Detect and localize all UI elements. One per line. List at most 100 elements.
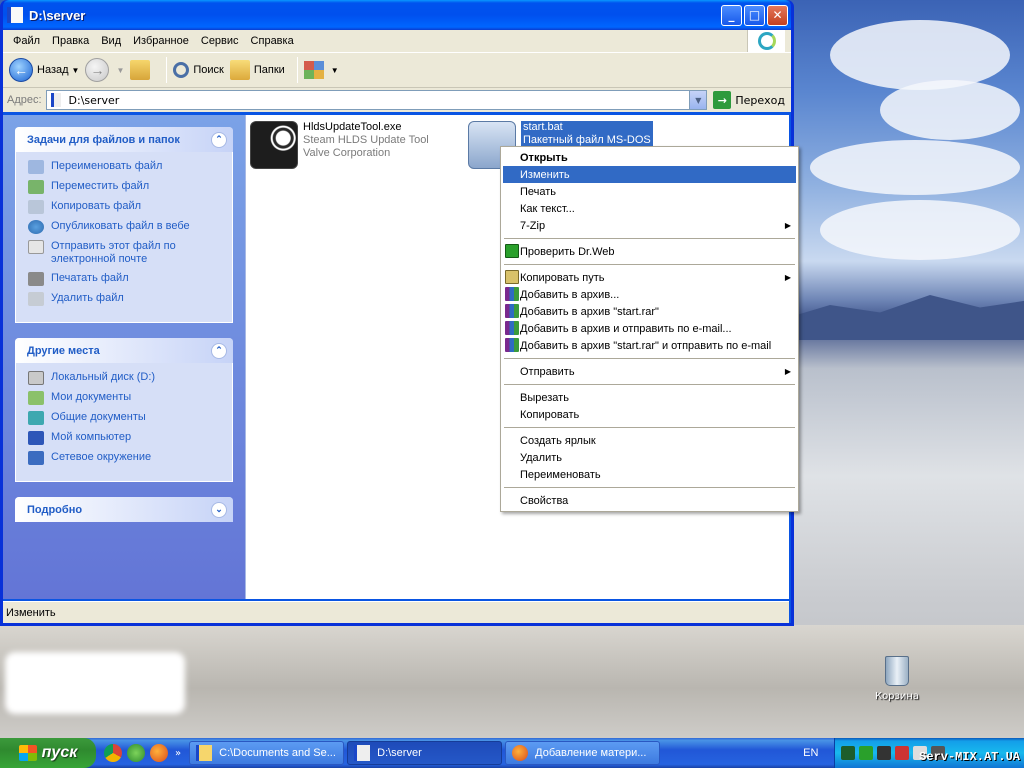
- task-button-documents[interactable]: C:\Documents and Se...: [189, 741, 345, 765]
- cloud: [830, 20, 1010, 90]
- status-text: Изменить: [6, 606, 56, 619]
- quicklaunch-chevron[interactable]: »: [175, 748, 181, 759]
- menu-separator: [504, 358, 795, 359]
- menu-item-create-shortcut[interactable]: Создать ярлык: [503, 432, 796, 449]
- winrar-icon: [505, 321, 519, 335]
- network-icon: [28, 451, 44, 465]
- up-folder-icon: [130, 60, 151, 80]
- menu-item-label: Проверить Dr.Web: [520, 245, 615, 258]
- menu-file[interactable]: Файл: [7, 35, 46, 47]
- forward-button[interactable]: → ▼: [85, 58, 124, 82]
- place-local-disk[interactable]: Локальный диск (D:): [28, 371, 222, 385]
- details-header[interactable]: Подробно ⌄: [15, 497, 233, 522]
- menu-item-7zip[interactable]: 7-Zip ▶: [503, 217, 796, 234]
- envelope-icon: [28, 240, 44, 254]
- task-delete[interactable]: Удалить файл: [28, 292, 222, 306]
- drweb-tray-icon[interactable]: [859, 746, 874, 760]
- start-button[interactable]: пуск: [0, 738, 96, 768]
- task-move[interactable]: Переместить файл: [28, 180, 222, 194]
- file-description: Steam HLDS Update Tool: [303, 134, 429, 146]
- forward-dropdown-icon: ▼: [116, 65, 125, 75]
- folders-button[interactable]: Папки: [229, 60, 285, 80]
- views-button[interactable]: ▼: [303, 61, 339, 79]
- menu-item-print[interactable]: Печать: [503, 183, 796, 200]
- menu-item-properties[interactable]: Свойства: [503, 492, 796, 509]
- menu-item-label: Удалить: [520, 451, 562, 464]
- start-label: пуск: [41, 744, 78, 761]
- menu-item-add-email[interactable]: Добавить в архив и отправить по e-mail..…: [503, 320, 796, 337]
- menu-item-add-start-rar[interactable]: Добавить в архив "start.rar": [503, 303, 796, 320]
- menu-item-label: Как текст...: [520, 202, 575, 215]
- task-copy[interactable]: Копировать файл: [28, 200, 222, 214]
- file-tasks-title: Задачи для файлов и папок: [27, 133, 180, 146]
- task-rename[interactable]: Переименовать файл: [28, 160, 222, 174]
- task-button-server[interactable]: D:\server: [347, 741, 503, 765]
- menu-item-as-text[interactable]: Как текст...: [503, 200, 796, 217]
- close-button[interactable]: ✕: [767, 4, 788, 26]
- maximize-button[interactable]: □: [744, 4, 765, 26]
- menu-item-copy[interactable]: Копировать: [503, 406, 796, 423]
- back-button[interactable]: ← Назад ▼: [9, 58, 79, 82]
- menu-help[interactable]: Справка: [245, 35, 300, 47]
- toolbar: ← Назад ▼ → ▼ Поиск Папки ▼: [3, 52, 791, 88]
- folder-icon: [196, 745, 213, 761]
- address-field[interactable]: D:\server ▼: [45, 90, 708, 110]
- place-my-computer[interactable]: Мой компьютер: [28, 431, 222, 445]
- file-item-hldsupdatetool[interactable]: HldsUpdateTool.exe Steam HLDS Update Too…: [250, 121, 429, 169]
- menu-view[interactable]: Вид: [95, 35, 127, 47]
- language-indicator[interactable]: EN: [803, 747, 818, 759]
- menu-item-add-archive[interactable]: Добавить в архив...: [503, 286, 796, 303]
- menu-favorites[interactable]: Избранное: [127, 35, 195, 47]
- task-email[interactable]: Отправить этот файл по электронной почте: [28, 240, 222, 266]
- menu-item-delete[interactable]: Удалить: [503, 449, 796, 466]
- menu-item-send-to[interactable]: Отправить ▶: [503, 363, 796, 380]
- task-publish-web[interactable]: Опубликовать файл в вебе: [28, 220, 222, 234]
- menu-item-rename[interactable]: Переименовать: [503, 466, 796, 483]
- back-dropdown-icon[interactable]: ▼: [72, 66, 80, 75]
- menu-item-label: Добавить в архив "start.rar": [520, 305, 659, 318]
- place-network[interactable]: Сетевое окружение: [28, 451, 222, 465]
- collapse-icon[interactable]: ⌃: [211, 342, 227, 359]
- firefox-icon[interactable]: [150, 744, 168, 762]
- menu-item-add-start-rar-email[interactable]: Добавить в архив "start.rar" и отправить…: [503, 337, 796, 354]
- go-button[interactable]: → Переход: [713, 91, 785, 109]
- tray-icon[interactable]: [895, 746, 910, 760]
- place-shared-documents[interactable]: Общие документы: [28, 411, 222, 425]
- menu-item-drweb[interactable]: Проверить Dr.Web: [503, 243, 796, 260]
- task-print[interactable]: Печатать файл: [28, 272, 222, 286]
- menu-item-edit[interactable]: Изменить: [503, 166, 796, 183]
- place-label: Мой компьютер: [51, 431, 132, 443]
- up-folder-button[interactable]: [130, 60, 154, 80]
- menu-item-copy-path[interactable]: Копировать путь ▶: [503, 269, 796, 286]
- menu-item-open[interactable]: Открыть: [503, 149, 796, 166]
- blurred-area: [5, 652, 185, 714]
- menu-tools[interactable]: Сервис: [195, 35, 245, 47]
- tray-icon[interactable]: [841, 746, 856, 760]
- file-name: HldsUpdateTool.exe: [303, 121, 402, 133]
- icq-icon[interactable]: [127, 744, 145, 762]
- menu-edit[interactable]: Правка: [46, 35, 95, 47]
- collapse-icon[interactable]: ⌃: [211, 131, 227, 148]
- menu-item-cut[interactable]: Вырезать: [503, 389, 796, 406]
- folders-label: Папки: [253, 64, 285, 76]
- task-label: Копировать файл: [51, 200, 142, 212]
- file-tasks-header[interactable]: Задачи для файлов и папок ⌃: [15, 127, 233, 152]
- task-button-firefox[interactable]: Добавление матери...: [505, 741, 661, 765]
- expand-icon[interactable]: ⌄: [211, 501, 227, 518]
- menu-item-label: Отправить: [520, 365, 575, 378]
- taskbar: пуск » C:\Documents and Se... D:\server …: [0, 738, 1024, 768]
- place-label: Мои документы: [51, 391, 132, 403]
- chrome-icon[interactable]: [104, 744, 122, 762]
- recycle-bin[interactable]: Корзина: [868, 656, 926, 702]
- submenu-arrow-icon: ▶: [784, 221, 791, 230]
- other-places-header[interactable]: Другие места ⌃: [15, 338, 233, 363]
- place-my-documents[interactable]: Мои документы: [28, 391, 222, 405]
- minimize-button[interactable]: _: [721, 4, 742, 26]
- search-button[interactable]: Поиск: [173, 62, 224, 78]
- address-dropdown-icon[interactable]: ▼: [689, 91, 707, 109]
- move-icon: [28, 180, 44, 194]
- folder-icon: [354, 745, 371, 761]
- cloud: [820, 200, 1020, 260]
- tray-icon[interactable]: [877, 746, 892, 760]
- title-bar[interactable]: D:\server _ □ ✕: [3, 0, 791, 30]
